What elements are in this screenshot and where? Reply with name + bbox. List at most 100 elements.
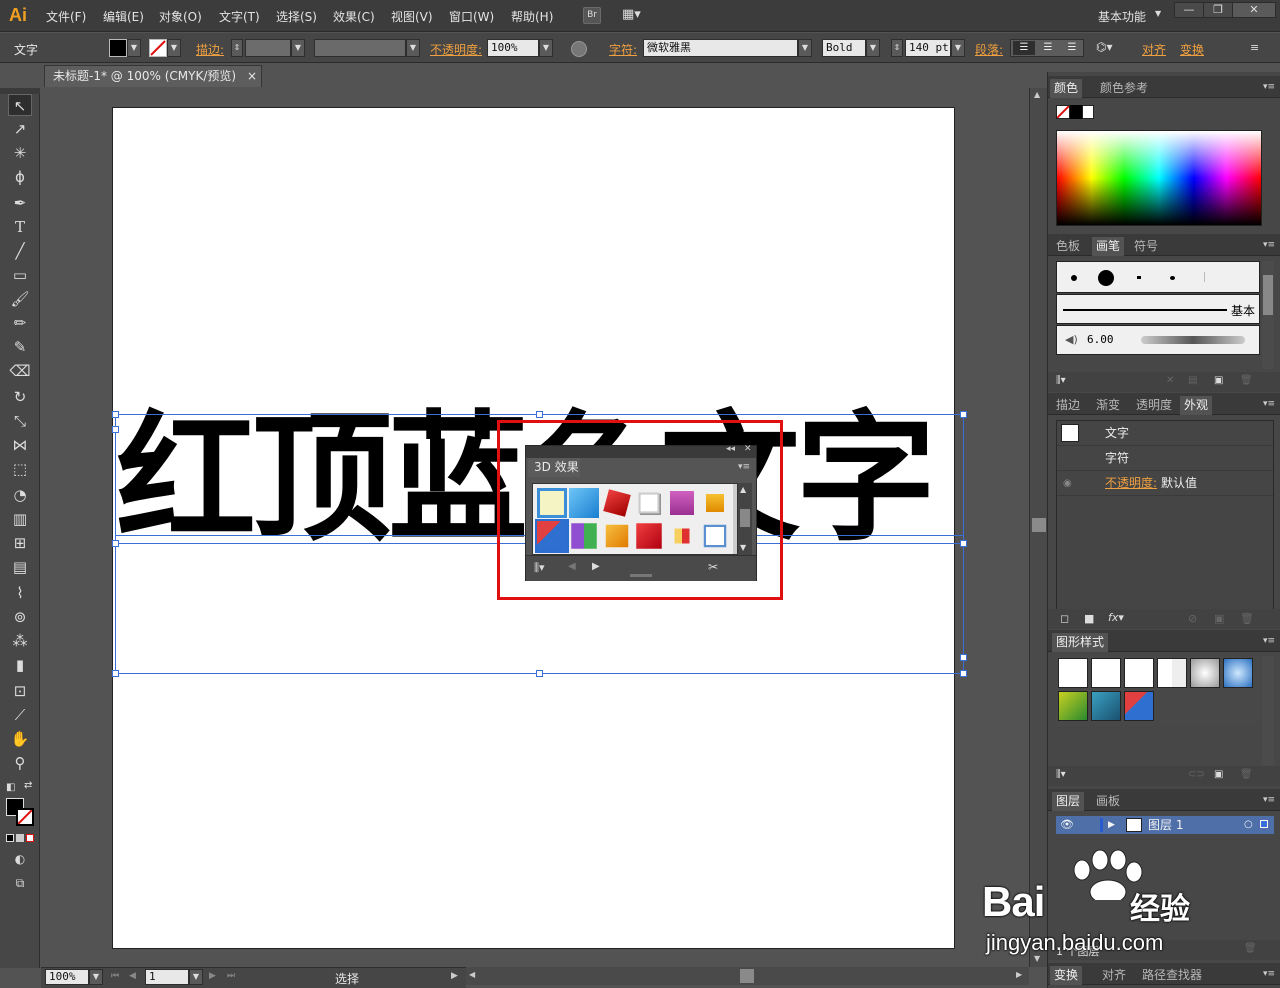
perspective-grid-tool-icon[interactable]: ▥ xyxy=(8,508,32,530)
profile-dropdown[interactable]: ▼ xyxy=(406,39,420,57)
free-transform-tool-icon[interactable]: ⬚ xyxy=(8,458,32,480)
new-style-icon[interactable]: ▣ xyxy=(1214,769,1223,780)
delete-item-icon[interactable]: 🗑 xyxy=(1240,612,1254,625)
selection-tool-icon[interactable]: ↖ xyxy=(8,94,32,116)
vertical-scrollbar[interactable]: ▲ ▼ xyxy=(1029,88,1047,967)
graphic-style-swatch[interactable] xyxy=(1157,658,1187,688)
pencil-tool-icon[interactable]: ✏ xyxy=(8,312,32,334)
delete-brush-icon[interactable]: 🗑 xyxy=(1240,375,1253,386)
font-size-stepper[interactable]: ⇕ xyxy=(891,39,903,57)
resize-handle[interactable] xyxy=(960,670,967,677)
layer-name[interactable]: 图层 1 xyxy=(1148,816,1183,834)
brush-basic-row[interactable]: 基本 xyxy=(1056,294,1260,324)
align-right-icon[interactable]: ☰ xyxy=(1061,41,1083,55)
status-menu-icon[interactable]: ▶ xyxy=(451,971,458,981)
resize-handle[interactable] xyxy=(536,411,543,418)
eraser-tool-icon[interactable]: ⌫ xyxy=(8,360,32,382)
gradient-tool-icon[interactable]: ▤ xyxy=(8,556,32,578)
tab-stroke[interactable]: 描边 xyxy=(1052,396,1084,415)
menu-select[interactable]: 选择(S) xyxy=(276,8,317,25)
fill-dropdown[interactable]: ▼ xyxy=(127,39,141,57)
resize-handle[interactable] xyxy=(112,411,119,418)
resize-handle[interactable] xyxy=(960,411,967,418)
scroll-left-icon[interactable]: ◀ xyxy=(469,970,475,979)
graphic-style-swatch[interactable] xyxy=(1091,658,1121,688)
align-center-icon[interactable]: ☰ xyxy=(1037,41,1059,55)
text-overflow-handle[interactable] xyxy=(960,654,967,661)
width-tool-icon[interactable]: ⋈ xyxy=(8,434,32,456)
paragraph-label[interactable]: 段落: xyxy=(975,41,1003,58)
panel-menu-icon[interactable]: ▾≡ xyxy=(1262,795,1276,805)
stroke-label[interactable]: 描边: xyxy=(196,41,224,58)
panel-menu-icon[interactable]: ▾≡ xyxy=(1262,82,1276,92)
graphic-style-swatch[interactable] xyxy=(1124,658,1154,688)
stroke-weight-field[interactable] xyxy=(245,39,291,57)
swap-colors-icon[interactable]: ⇄ xyxy=(24,780,32,791)
visibility-eye-icon[interactable]: ◉ xyxy=(1063,471,1072,496)
stroke-dropdown[interactable]: ▼ xyxy=(167,39,181,57)
brush-dot-small[interactable] xyxy=(1071,275,1077,281)
graphic-style-swatch[interactable] xyxy=(1124,691,1154,721)
menu-object[interactable]: 对象(O) xyxy=(159,8,202,25)
white-swatch[interactable] xyxy=(1082,105,1094,119)
tab-color[interactable]: 颜色 xyxy=(1050,79,1083,98)
menu-view[interactable]: 视图(V) xyxy=(391,8,433,25)
tab-brushes[interactable]: 画笔 xyxy=(1092,237,1125,256)
zoom-field[interactable]: 100% xyxy=(45,969,89,985)
stroke-weight-dropdown[interactable]: ▼ xyxy=(291,39,305,57)
tab-layers[interactable]: 图层 xyxy=(1052,792,1085,811)
tab-color-guide[interactable]: 颜色参考 xyxy=(1096,79,1152,98)
paintbrush-tool-icon[interactable]: 🖌 xyxy=(8,288,32,310)
color-mode-icon[interactable] xyxy=(6,834,14,842)
brush-dot-large[interactable] xyxy=(1098,270,1114,286)
add-stroke-icon[interactable]: ◻ xyxy=(1060,612,1069,625)
next-artboard-icon[interactable]: ▶ xyxy=(209,971,216,981)
options-icon[interactable]: ▤ xyxy=(1188,375,1197,386)
artboard-number-field[interactable]: 1 xyxy=(145,969,189,985)
align-label[interactable]: 对齐 xyxy=(1142,41,1166,58)
expand-layer-icon[interactable]: ▶ xyxy=(1108,816,1115,834)
panel-menu-icon[interactable]: ▾≡ xyxy=(1262,240,1276,250)
target-circle-icon[interactable]: ○ xyxy=(1244,816,1253,834)
duplicate-item-icon[interactable]: ▣ xyxy=(1214,612,1224,625)
remove-brush-stroke-icon[interactable]: ✕ xyxy=(1166,375,1174,386)
recolor-artwork-icon[interactable] xyxy=(571,41,587,57)
workspace-switcher[interactable]: 基本功能 xyxy=(1098,8,1146,25)
tab-transparency[interactable]: 透明度 xyxy=(1132,396,1176,415)
font-family-field[interactable]: 微软雅黑 xyxy=(643,39,798,57)
clear-appearance-icon[interactable]: ⊘ xyxy=(1188,612,1197,625)
brush-hairline[interactable] xyxy=(1204,272,1205,282)
appearance-row-characters[interactable]: 字符 xyxy=(1057,446,1273,471)
style-library-icon[interactable]: ⫼▾ xyxy=(1056,769,1066,780)
delete-style-icon[interactable]: 🗑 xyxy=(1240,769,1253,780)
brush-calligraphic[interactable] xyxy=(1137,276,1141,279)
appearance-row-type[interactable]: 文字 xyxy=(1057,421,1273,446)
graphic-style-swatch[interactable] xyxy=(1091,691,1121,721)
stroke-weight-stepper[interactable]: ⇕ xyxy=(231,39,243,57)
control-panel-menu-icon[interactable]: ≡ xyxy=(1250,41,1259,54)
artboard-dropdown[interactable]: ▼ xyxy=(189,969,203,985)
zoom-dropdown[interactable]: ▼ xyxy=(89,969,103,985)
add-fill-icon[interactable]: ■ xyxy=(1084,612,1094,625)
appearance-row-opacity[interactable]: ◉ 不透明度: 默认值 xyxy=(1057,471,1273,496)
menu-effect[interactable]: 效果(C) xyxy=(333,8,375,25)
tab-appearance[interactable]: 外观 xyxy=(1180,396,1213,415)
eyedropper-tool-icon[interactable]: ⌇ xyxy=(8,582,32,604)
selection-indicator[interactable] xyxy=(1260,820,1268,828)
screen-mode-icon[interactable]: ⧉ xyxy=(8,872,32,894)
bridge-button[interactable]: Br xyxy=(583,7,601,24)
menu-file[interactable]: 文件(F) xyxy=(46,8,86,25)
gradient-mode-icon[interactable] xyxy=(16,834,24,842)
current-tool-status[interactable]: 选择 xyxy=(335,970,359,987)
graphic-styles-scrollbar[interactable] xyxy=(1262,656,1274,766)
font-style-dropdown[interactable]: ▼ xyxy=(866,39,880,57)
none-mode-icon[interactable] xyxy=(26,834,34,842)
resize-handle[interactable] xyxy=(536,670,543,677)
graphic-style-swatch[interactable] xyxy=(1058,691,1088,721)
new-brush-icon[interactable]: ▣ xyxy=(1214,375,1223,386)
vertical-scroll-thumb[interactable] xyxy=(1032,518,1046,532)
symbol-sprayer-tool-icon[interactable]: ⁂ xyxy=(8,630,32,652)
tab-gradient[interactable]: 渐变 xyxy=(1092,396,1124,415)
eye-icon[interactable]: 👁 xyxy=(1060,816,1074,834)
brush-calligraphic[interactable] xyxy=(1170,276,1175,280)
